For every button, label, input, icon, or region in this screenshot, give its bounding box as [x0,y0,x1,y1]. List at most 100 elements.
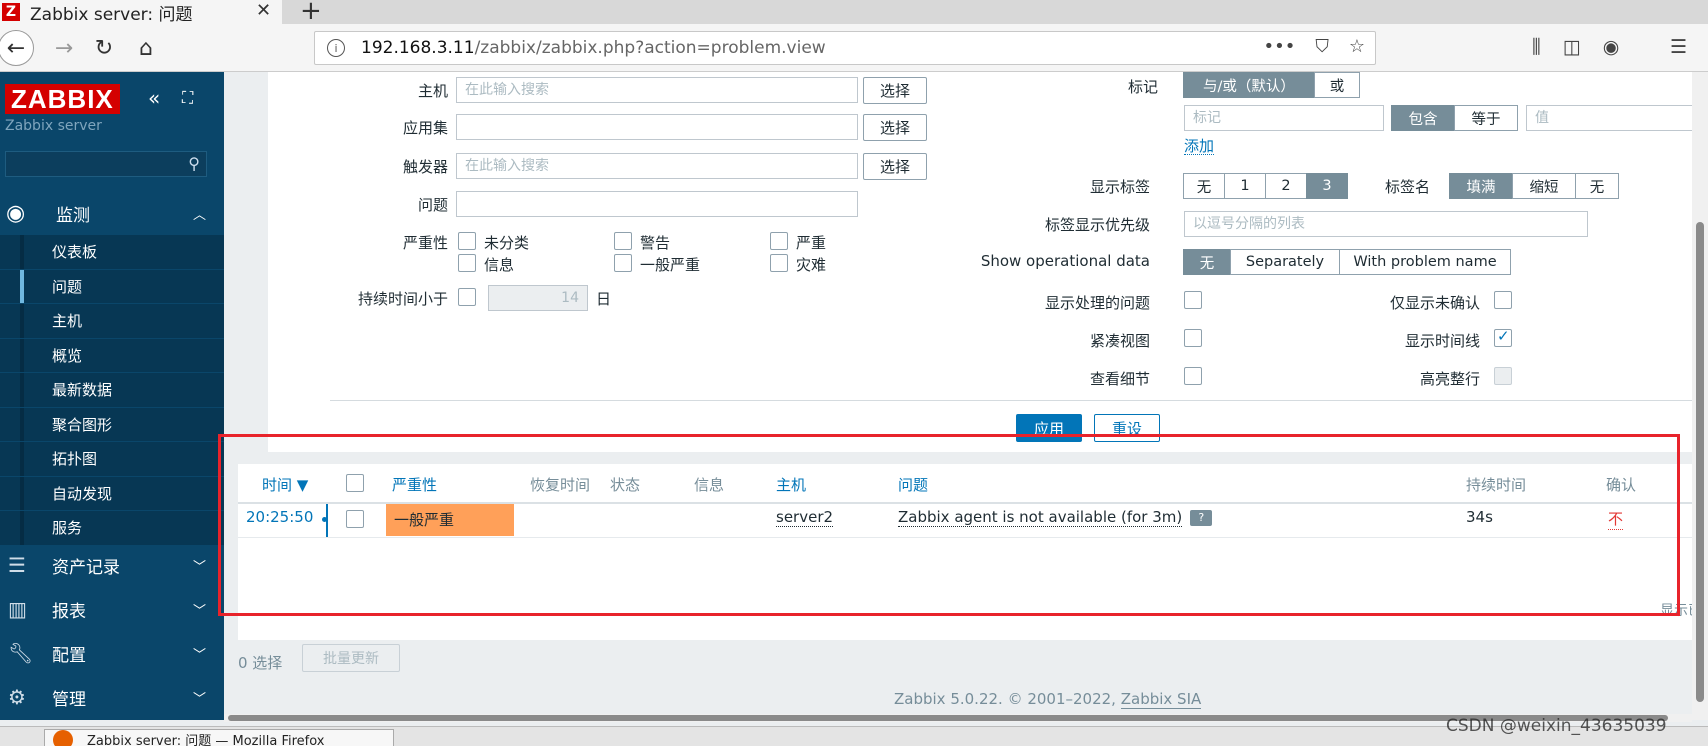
new-tab-icon[interactable]: + [300,0,322,26]
show-tags-2[interactable]: 2 [1265,173,1307,199]
duration-checkbox[interactable] [458,288,476,306]
show-timeline-label: 显示时间线 [1404,332,1480,350]
host-label: 主机 [417,82,448,100]
application-input[interactable] [456,114,858,140]
severity-warning-checkbox[interactable] [614,232,632,250]
show-details-checkbox[interactable] [1184,367,1202,385]
opdata-toggle[interactable]: 无 Separately With problem name [1183,249,1511,275]
submenu-problems[interactable]: 问题 [0,269,224,304]
tab-title: Zabbix server: 问题 [30,4,193,25]
opdata-with-name[interactable]: With problem name [1339,249,1511,275]
info-icon[interactable]: i [327,39,345,57]
menu-monitoring[interactable]: ◉ 监测 ︿ [0,191,224,235]
trigger-input[interactable]: 在此输入搜索 [456,153,858,179]
mass-update-button[interactable]: 批量更新 [302,644,400,672]
menu-administration[interactable]: ⚙ 管理 ﹀ [0,675,224,719]
show-details-label: 查看细节 [1089,370,1150,388]
opdata-separately[interactable]: Separately [1230,249,1340,275]
reload-icon[interactable]: ↻ [88,32,120,64]
browser-tab[interactable]: Z Zabbix server: 问题 ✕ [0,0,282,25]
vertical-scroll-thumb[interactable] [1696,222,1704,702]
taskbar-firefox-item[interactable]: Zabbix server: 问题 — Mozilla Firefox [44,729,394,746]
hamburger-menu-icon[interactable]: ☰ [1670,36,1687,58]
zabbix-favicon-icon: Z [2,3,20,21]
submenu-discovery[interactable]: 自动发现 [0,476,224,511]
submenu-latest-data[interactable]: 最新数据 [0,373,224,408]
submenu-maps[interactable]: 拓扑图 [0,442,224,477]
menu-configuration[interactable]: 🔧︎ 配置 ﹀ [0,631,224,675]
home-icon[interactable]: ⌂ [130,32,162,64]
show-tags-label: 显示标签 [1089,178,1150,196]
zabbix-sia-link[interactable]: Zabbix SIA [1120,690,1202,709]
submenu-hosts[interactable]: 主机 [0,304,224,339]
show-suppressed-checkbox[interactable] [1184,291,1202,309]
duration-days-input[interactable]: 14 [488,285,588,311]
bookmark-star-icon[interactable]: ☆ [1349,36,1365,57]
more-dots-icon[interactable]: ••• [1264,36,1296,57]
selected-count: 0 选择 [238,654,283,672]
kiosk-mode-icon[interactable]: ⛶ [182,88,193,108]
show-tags-toggle[interactable]: 无 1 2 3 [1183,173,1348,199]
severity-average-checkbox[interactable] [614,254,632,272]
tag-contains-option[interactable]: 包含 [1391,105,1455,131]
tag-equals-option[interactable]: 等于 [1454,105,1518,131]
search-icon[interactable]: ⚲ [188,154,200,173]
tag-priority-input[interactable]: 以逗号分隔的列表 [1184,211,1588,237]
host-input[interactable]: 在此输入搜索 [456,77,858,103]
problem-label: 问题 [417,196,448,214]
account-icon[interactable]: ◉ [1603,36,1620,58]
severity-high-checkbox[interactable] [770,232,788,250]
eye-icon: ◉ [6,200,26,226]
show-tags-3[interactable]: 3 [1306,173,1348,199]
tag-name-short[interactable]: 缩短 [1512,173,1576,199]
monitoring-submenu: 仪表板 问题 主机 概览 最新数据 聚合图形 拓扑图 自动发现 服务 [0,235,224,546]
tag-name-none[interactable]: 无 [1575,173,1619,199]
collapse-sidebar-icon[interactable]: « [148,86,160,110]
trigger-select-button[interactable]: 选择 [863,153,927,180]
highlight-row-label: 高亮整行 [1419,370,1480,388]
tags-evaltype-toggle[interactable]: 与/或（默认） 或 [1183,72,1360,98]
opdata-none[interactable]: 无 [1183,249,1231,275]
host-select-button[interactable]: 选择 [863,77,927,104]
sidebar-search-input[interactable]: ⚲ [5,151,207,177]
tag-value-input[interactable]: 值 [1526,105,1708,131]
library-icon[interactable]: ⫼ [1532,36,1541,58]
chevron-up-icon: ︿ [192,207,206,223]
application-select-button[interactable]: 选择 [863,114,927,141]
submenu-overview[interactable]: 概览 [0,338,224,373]
severity-disaster-checkbox[interactable] [770,254,788,272]
browser-tabbar: Z Zabbix server: 问题 ✕ + [0,0,1708,26]
severity-not-classified-checkbox[interactable] [458,232,476,250]
pocket-icon[interactable]: ⛉ [1315,36,1329,57]
close-tab-icon[interactable]: ✕ [256,0,271,21]
url-bar[interactable]: i 192.168.3.11/zabbix/zabbix.php?action=… [314,31,1376,65]
forward-arrow-icon[interactable]: → [48,32,80,64]
tag-name-format-toggle[interactable]: 填满 缩短 无 [1449,173,1619,199]
submenu-dashboard[interactable]: 仪表板 [0,235,224,270]
tags-label: 标记 [1127,78,1158,96]
menu-reports[interactable]: ▥ 报表 ﹀ [0,587,224,631]
tag-name-full[interactable]: 填满 [1449,173,1513,199]
show-tags-1[interactable]: 1 [1224,173,1266,199]
zabbix-logo[interactable]: ZABBIX [5,84,120,114]
tags-andor-option[interactable]: 与/或（默认） [1183,72,1315,98]
tag-name-input[interactable]: 标记 [1184,105,1384,131]
unack-only-checkbox[interactable] [1494,291,1512,309]
show-timeline-checkbox[interactable] [1494,327,1512,347]
sidebar-toggle-icon[interactable]: ◫ [1563,36,1581,58]
chevron-down-icon: ﹀ [192,603,206,619]
back-arrow-icon[interactable]: ← [0,30,34,66]
submenu-services[interactable]: 服务 [0,511,224,546]
menu-inventory[interactable]: ☰ 资产记录 ﹀ [0,543,224,587]
chevron-down-icon: ﹀ [192,559,206,575]
show-tags-none[interactable]: 无 [1183,173,1225,199]
problem-input[interactable] [456,191,858,217]
severity-information-checkbox[interactable] [458,254,476,272]
submenu-screens[interactable]: 聚合图形 [0,407,224,442]
tag-operator-toggle[interactable]: 包含 等于 [1391,105,1518,131]
compact-view-checkbox[interactable] [1184,329,1202,347]
tag-add-link[interactable]: 添加 [1184,138,1215,155]
vertical-scrollbar[interactable] [1692,72,1708,720]
tags-or-option[interactable]: 或 [1314,72,1360,98]
highlight-row-checkbox[interactable] [1494,367,1512,385]
